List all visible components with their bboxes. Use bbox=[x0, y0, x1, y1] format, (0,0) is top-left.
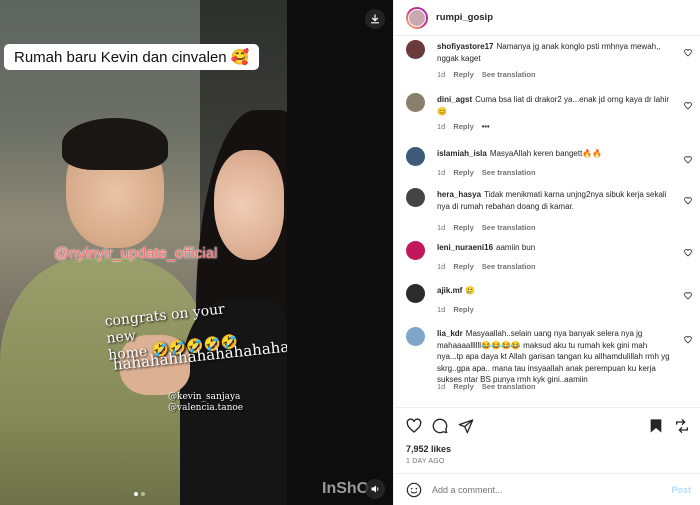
avatar[interactable] bbox=[406, 6, 428, 29]
comment-text: dini_agst Cuma bsa liat di drakor2 ya...e… bbox=[437, 94, 673, 117]
heart-icon[interactable] bbox=[684, 156, 692, 164]
heart-icon[interactable] bbox=[684, 102, 692, 110]
post-button[interactable]: Post bbox=[671, 485, 691, 495]
comment-time: 1d bbox=[437, 70, 446, 79]
bookmark-icon[interactable] bbox=[648, 418, 664, 434]
comment-input[interactable] bbox=[432, 484, 662, 495]
comments-panel: rumpi_gosip shofiyastore17 Namanya jg ana… bbox=[393, 0, 700, 505]
comment-username[interactable]: lia_kdr bbox=[437, 329, 463, 338]
comment-meta: 1d Reply See translation bbox=[437, 262, 536, 271]
reply-link[interactable]: Reply bbox=[453, 223, 473, 232]
video-frame[interactable]: Rumah baru Kevin dan cinvalen 🥰 @nyinyir… bbox=[0, 0, 287, 505]
heart-icon[interactable] bbox=[684, 336, 692, 344]
see-translation-link[interactable]: See translation bbox=[482, 223, 536, 232]
post-header: rumpi_gosip bbox=[394, 0, 700, 36]
comment-body: MasyaAllah keren bangett🔥🔥 bbox=[489, 149, 603, 158]
more-options-button[interactable]: ••• bbox=[482, 122, 490, 131]
post-modal: Rumah baru Kevin dan cinvalen 🥰 @nyinyir… bbox=[0, 0, 700, 505]
comment-meta: 1d Reply See translation bbox=[437, 168, 536, 177]
reply-link[interactable]: Reply bbox=[453, 382, 473, 391]
heart-icon[interactable] bbox=[684, 292, 692, 300]
heart-icon[interactable] bbox=[684, 249, 692, 257]
comment-username[interactable]: leni_nuraeni16 bbox=[437, 243, 493, 252]
comment-text: shofiyastore17 Namanya jg anak konglo pst… bbox=[437, 41, 673, 64]
comment-list[interactable]: shofiyastore17 Namanya jg anak konglo pst… bbox=[394, 36, 700, 407]
carousel-dots bbox=[134, 492, 145, 496]
comment-username[interactable]: ajik.mf bbox=[437, 286, 462, 295]
avatar[interactable] bbox=[406, 284, 425, 303]
carousel-dot[interactable] bbox=[141, 492, 145, 496]
comment-body: Masyaallah..selain uang nya banyak seler… bbox=[437, 329, 670, 384]
post-username[interactable]: rumpi_gosip bbox=[436, 12, 493, 23]
add-comment-bar: Post bbox=[394, 473, 700, 505]
avatar[interactable] bbox=[406, 241, 425, 260]
comment-text: ajik.mf 🥲 bbox=[437, 285, 673, 297]
see-translation-link[interactable]: See translation bbox=[482, 262, 536, 271]
emoji-icon[interactable] bbox=[406, 482, 422, 498]
reply-link[interactable]: Reply bbox=[453, 122, 473, 131]
reply-link[interactable]: Reply bbox=[453, 70, 473, 79]
comment-time: 1d bbox=[437, 382, 446, 391]
tag-valencia: @valencia.tanoe bbox=[168, 403, 244, 413]
comment-username[interactable]: hera_hasya bbox=[437, 190, 481, 199]
share-icon[interactable] bbox=[458, 418, 474, 434]
comment-username[interactable]: dini_agst bbox=[437, 95, 472, 104]
likes-count[interactable]: 7,952 likes bbox=[406, 444, 451, 454]
comment-body: 🥲 bbox=[465, 286, 476, 295]
heart-icon[interactable] bbox=[684, 197, 692, 205]
watermark-text: @nyinyir_update_official bbox=[54, 245, 218, 262]
comment-body: aamiin bun bbox=[496, 243, 536, 252]
avatar[interactable] bbox=[406, 40, 425, 59]
reply-link[interactable]: Reply bbox=[453, 305, 473, 314]
post-timestamp: 1 day ago bbox=[406, 458, 445, 465]
download-button[interactable] bbox=[365, 9, 385, 29]
comment-text: leni_nuraeni16 aamiin bun bbox=[437, 242, 673, 254]
comment-time: 1d bbox=[437, 122, 446, 131]
heart-icon[interactable] bbox=[684, 49, 692, 57]
heart-icon[interactable] bbox=[406, 418, 422, 434]
comment-username[interactable]: islamiah_isla bbox=[437, 149, 487, 158]
avatar[interactable] bbox=[406, 93, 425, 112]
media-panel: Rumah baru Kevin dan cinvalen 🥰 @nyinyir… bbox=[0, 0, 393, 505]
see-translation-link[interactable]: See translation bbox=[482, 168, 536, 177]
see-translation-link[interactable]: See translation bbox=[482, 382, 536, 391]
mute-button[interactable] bbox=[365, 479, 385, 499]
inshot-watermark: InShO bbox=[322, 480, 370, 497]
comment-meta: 1d Reply See translation bbox=[437, 70, 536, 79]
comment-time: 1d bbox=[437, 168, 446, 177]
tag-kevin: @kevin_sanjaya bbox=[168, 392, 241, 402]
carousel-dot[interactable] bbox=[134, 492, 138, 496]
man-hair bbox=[62, 118, 168, 170]
speaker-icon bbox=[371, 485, 379, 493]
download-icon bbox=[370, 14, 380, 24]
see-translation-link[interactable]: See translation bbox=[482, 70, 536, 79]
comment-time: 1d bbox=[437, 262, 446, 271]
comment-meta: 1d Reply ••• bbox=[437, 122, 490, 131]
reply-link[interactable]: Reply bbox=[453, 262, 473, 271]
avatar[interactable] bbox=[406, 188, 425, 207]
comment-meta: 1d Reply See translation bbox=[437, 382, 536, 391]
comment-text: lia_kdr Masyaallah..selain uang nya banya… bbox=[437, 328, 673, 386]
comment-time: 1d bbox=[437, 223, 446, 232]
reply-link[interactable]: Reply bbox=[453, 168, 473, 177]
comment-meta: 1d Reply See translation bbox=[437, 223, 536, 232]
comment-meta: 1d Reply bbox=[437, 305, 474, 314]
comment-text: islamiah_isla MasyaAllah keren bangett🔥🔥 bbox=[437, 148, 673, 160]
comment-icon[interactable] bbox=[432, 418, 448, 434]
video-caption: Rumah baru Kevin dan cinvalen 🥰 bbox=[4, 44, 260, 70]
comment-text: hera_hasya Tidak menikmati karna unjng2ny… bbox=[437, 189, 673, 212]
avatar[interactable] bbox=[406, 147, 425, 166]
comment-username[interactable]: shofiyastore17 bbox=[437, 42, 493, 51]
woman-face bbox=[214, 150, 284, 260]
remix-icon[interactable] bbox=[674, 418, 690, 434]
avatar[interactable] bbox=[406, 327, 425, 346]
comment-time: 1d bbox=[437, 305, 446, 314]
